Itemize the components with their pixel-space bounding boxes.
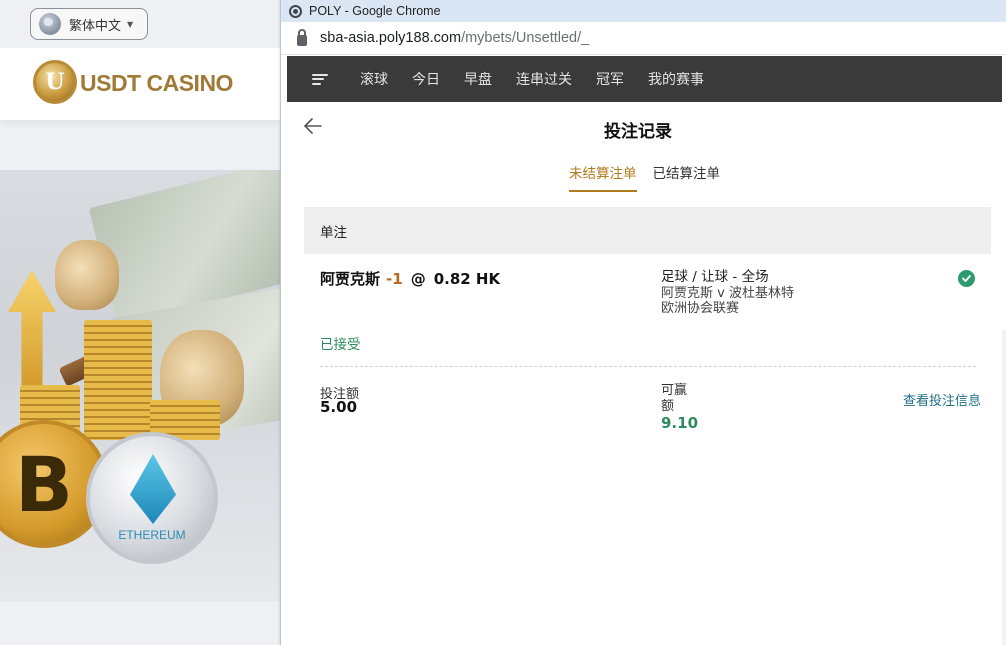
window-titlebar[interactable]: POLY - Google Chrome [281,0,1006,22]
coin-stack-image [84,320,152,440]
nav-item-live[interactable]: 滚球 [360,69,388,89]
logo-bar: U USDT CASINO [0,48,280,120]
address-bar[interactable]: sba-asia.poly188.com/mybets/Unsettled/_ [281,22,1006,55]
bet-tabs: 未结算注单 已结算注单 [569,160,736,192]
dashed-divider [320,366,976,367]
view-bet-details-link[interactable]: 查看投注信息 [903,390,981,409]
section-label: 单注 [320,224,347,241]
lock-icon[interactable] [297,28,307,46]
bet-status: 已接受 [320,337,361,353]
nav-item-today[interactable]: 今日 [412,69,440,89]
bet-league: 欧洲协会联赛 [661,301,740,316]
nav-item-parlay[interactable]: 连串过关 [516,69,572,89]
nav-item-my-events[interactable]: 我的赛事 [648,69,704,89]
tab-settled[interactable]: 已结算注单 [653,160,721,192]
arrow-up-image [8,270,56,390]
language-label: 繁体中文 [69,18,122,34]
bitcoin-symbol: B [15,439,73,529]
scrollbar[interactable] [1002,330,1006,645]
nav-item-outright[interactable]: 冠军 [596,69,624,89]
bet-selection-team: 阿贾克斯 [320,270,381,288]
potential-win-value: 9.10 [661,414,699,432]
caret-down-icon: ▼ [127,19,134,29]
app-nav-bar: 滚球 今日 早盘 连串过关 冠军 我的赛事 [287,56,1002,102]
money-bag-image [55,240,119,310]
bet-details: 足球 / 让球 - 全场 阿贾克斯 v 波杜基林特 欧洲协会联赛 [661,269,794,317]
background-site: 繁体中文 ▼ U USDT CASINO B ETHEREUM [0,0,280,645]
promo-banner[interactable]: B ETHEREUM [0,170,280,602]
nav-item-early[interactable]: 早盘 [464,69,492,89]
globe-icon [39,13,61,35]
chrome-icon [289,4,302,18]
potential-win-label: 可赢额 [661,383,688,414]
tab-unsettled[interactable]: 未结算注单 [569,160,637,192]
hamburger-menu-icon[interactable] [312,73,328,85]
chrome-window: POLY - Google Chrome sba-asia.poly188.co… [280,0,1006,645]
ethereum-label: ETHEREUM [118,528,186,542]
ethereum-coin-icon: ETHEREUM [86,432,218,564]
bet-selection: 阿贾克斯 -1 @ 0.82 HK [320,268,500,289]
section-header-single: 单注 [304,207,991,254]
stake-value: 5.00 [320,398,358,416]
url-host: sba-asia.poly188.com [320,30,462,46]
language-bar: 繁体中文 ▼ [0,0,280,48]
page-title: 投注记录 [604,122,672,142]
bet-at-symbol: @ [410,270,426,288]
language-select[interactable]: 繁体中文 ▼ [30,8,148,40]
back-arrow-icon[interactable] [303,116,323,136]
bet-match: 阿贾克斯 v 波杜基林特 [661,285,794,301]
logo-coin-icon: U [33,60,77,104]
ethereum-diamond-icon [130,454,176,524]
bet-market: 足球 / 让球 - 全场 [661,269,769,285]
window-title: POLY - Google Chrome [309,4,441,18]
bet-handicap: -1 [386,270,403,288]
url-path: /mybets/Unsettled/_ [461,30,590,46]
bet-odds: 0.82 HK [433,270,501,288]
site-logo-text[interactable]: USDT CASINO [80,70,233,97]
check-circle-icon [958,270,975,287]
